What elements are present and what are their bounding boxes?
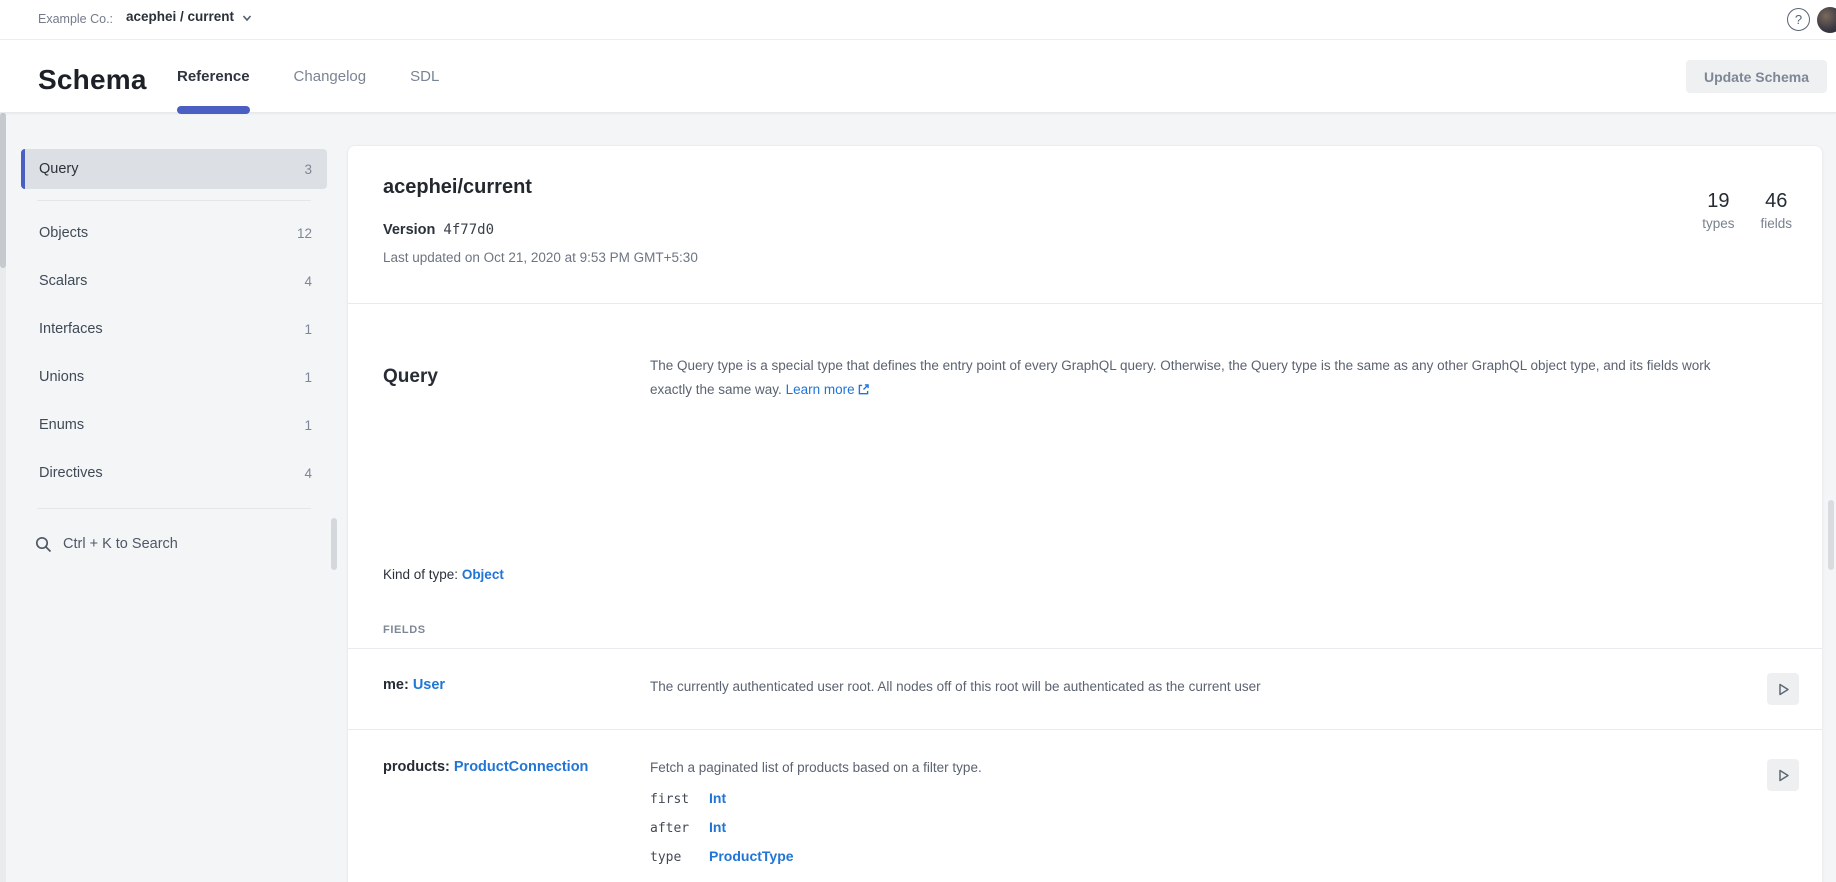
sidebar-scrollbar-thumb[interactable] [331, 518, 337, 570]
version-hash: 4f77d0 [443, 222, 494, 238]
field-row-products: products: ProductConnection Fetch a pagi… [348, 730, 1822, 882]
stat-value: 46 [1760, 190, 1792, 213]
learn-more-label: Learn more [786, 382, 855, 397]
arg-row: after Int [650, 819, 1710, 836]
left-scrollbar[interactable] [0, 113, 6, 882]
field-type-link[interactable]: User [413, 677, 445, 693]
sidebar-category-list: Objects 12 Scalars 4 Interfaces 1 Unions… [21, 209, 327, 497]
graph-picker-dropdown[interactable]: acephei / current [126, 9, 252, 24]
sidebar-item-label: Objects [39, 225, 88, 241]
schema-reference-card: acephei/current Version 4f77d0 Last upda… [347, 145, 1823, 882]
sidebar-item-label: Directives [39, 465, 103, 481]
fields-list: me: User The currently authenticated use… [348, 648, 1822, 882]
arg-type-link[interactable]: ProductType [709, 848, 794, 864]
sidebar-item-count: 1 [304, 370, 312, 385]
field-row-me: me: User The currently authenticated use… [348, 648, 1822, 730]
arg-name: type [650, 850, 709, 865]
sidebar-item-scalars[interactable]: Scalars 4 [21, 257, 327, 305]
tab-changelog[interactable]: Changelog [294, 40, 367, 113]
sidebar-item-count: 12 [297, 226, 312, 241]
help-icon: ? [1795, 12, 1802, 27]
field-body: Fetch a paginated list of products based… [650, 758, 1710, 865]
page-scrollbar-thumb[interactable] [1828, 500, 1834, 570]
sidebar-item-count: 4 [304, 466, 312, 481]
sidebar-item-unions[interactable]: Unions 1 [21, 353, 327, 401]
arg-name: after [650, 821, 709, 836]
update-schema-button[interactable]: Update Schema [1686, 60, 1827, 93]
help-button[interactable]: ? [1787, 8, 1810, 31]
schema-sidebar: Query 3 Objects 12 Scalars 4 Interfaces … [21, 149, 327, 562]
version-line: Version 4f77d0 [383, 222, 494, 238]
sidebar-item-label: Unions [39, 369, 84, 385]
field-signature: me: User [383, 677, 643, 693]
sidebar-item-count: 1 [304, 418, 312, 433]
kind-of-type: Kind of type: Object [383, 567, 504, 582]
field-description: Fetch a paginated list of products based… [650, 758, 1710, 778]
arg-row: type ProductType [650, 848, 1710, 865]
sidebar-item-label: Scalars [39, 273, 87, 289]
field-description: The currently authenticated user root. A… [650, 677, 1710, 697]
graph-title: acephei/current [383, 176, 532, 199]
arg-type-link[interactable]: Int [709, 819, 726, 835]
stat-fields: 46 fields [1760, 190, 1792, 231]
field-name: products: [383, 759, 454, 775]
field-body: The currently authenticated user root. A… [650, 677, 1710, 697]
external-link-icon [858, 384, 869, 395]
search-hint: Ctrl + K to Search [63, 536, 178, 552]
run-in-explorer-button[interactable] [1767, 673, 1799, 705]
sidebar-item-count: 1 [304, 322, 312, 337]
field-args: first Int after Int type ProductType [650, 790, 1710, 865]
sidebar-item-label: Enums [39, 417, 84, 433]
sidebar-item-query[interactable]: Query 3 [21, 149, 327, 189]
arg-name: first [650, 792, 709, 807]
schema-stats: 19 types 46 fields [1702, 190, 1792, 231]
play-icon [1776, 768, 1791, 783]
avatar[interactable] [1817, 7, 1836, 33]
page-header: Schema Reference Changelog SDL Update Sc… [0, 40, 1836, 113]
kind-label: Kind of type: [383, 567, 462, 582]
sidebar-item-enums[interactable]: Enums 1 [21, 401, 327, 449]
arg-type-link[interactable]: Int [709, 790, 726, 806]
field-type-link[interactable]: ProductConnection [454, 759, 589, 775]
sidebar-item-label: Interfaces [39, 321, 103, 337]
tab-bar: Reference Changelog SDL [177, 40, 439, 113]
org-label: Example Co.: [38, 12, 113, 26]
sidebar-item-count: 4 [304, 274, 312, 289]
play-icon [1776, 682, 1791, 697]
type-description: The Query type is a special type that de… [650, 354, 1750, 402]
schema-search-trigger[interactable]: Ctrl + K to Search [21, 526, 327, 562]
page-title: Schema [38, 64, 147, 96]
type-name: Query [383, 366, 438, 388]
stat-value: 19 [1702, 190, 1734, 213]
divider [37, 200, 311, 201]
tab-reference[interactable]: Reference [177, 40, 250, 113]
run-in-explorer-button[interactable] [1767, 759, 1799, 791]
stat-label: types [1702, 216, 1734, 231]
sidebar-item-label: Query [39, 161, 79, 177]
sidebar-item-count: 3 [304, 162, 312, 177]
last-updated: Last updated on Oct 21, 2020 at 9:53 PM … [383, 250, 698, 265]
field-signature: products: ProductConnection [383, 759, 643, 775]
left-scrollbar-thumb[interactable] [0, 113, 6, 268]
chevron-down-icon [242, 13, 252, 23]
graph-picker-label: acephei / current [126, 9, 234, 24]
sidebar-item-interfaces[interactable]: Interfaces 1 [21, 305, 327, 353]
kind-value-link[interactable]: Object [462, 567, 504, 582]
tab-sdl[interactable]: SDL [410, 40, 439, 113]
version-label: Version [383, 222, 435, 238]
divider [37, 508, 311, 509]
graph-summary-header: acephei/current Version 4f77d0 Last upda… [348, 146, 1822, 304]
arg-row: first Int [650, 790, 1710, 807]
fields-section-label: FIELDS [383, 624, 426, 636]
sidebar-item-objects[interactable]: Objects 12 [21, 209, 327, 257]
field-name: me: [383, 677, 413, 693]
sidebar-item-directives[interactable]: Directives 4 [21, 449, 327, 497]
stat-types: 19 types [1702, 190, 1734, 231]
learn-more-link[interactable]: Learn more [786, 382, 869, 397]
topbar: Example Co.: acephei / current ? [0, 0, 1836, 40]
stat-label: fields [1760, 216, 1792, 231]
search-icon [35, 536, 52, 553]
